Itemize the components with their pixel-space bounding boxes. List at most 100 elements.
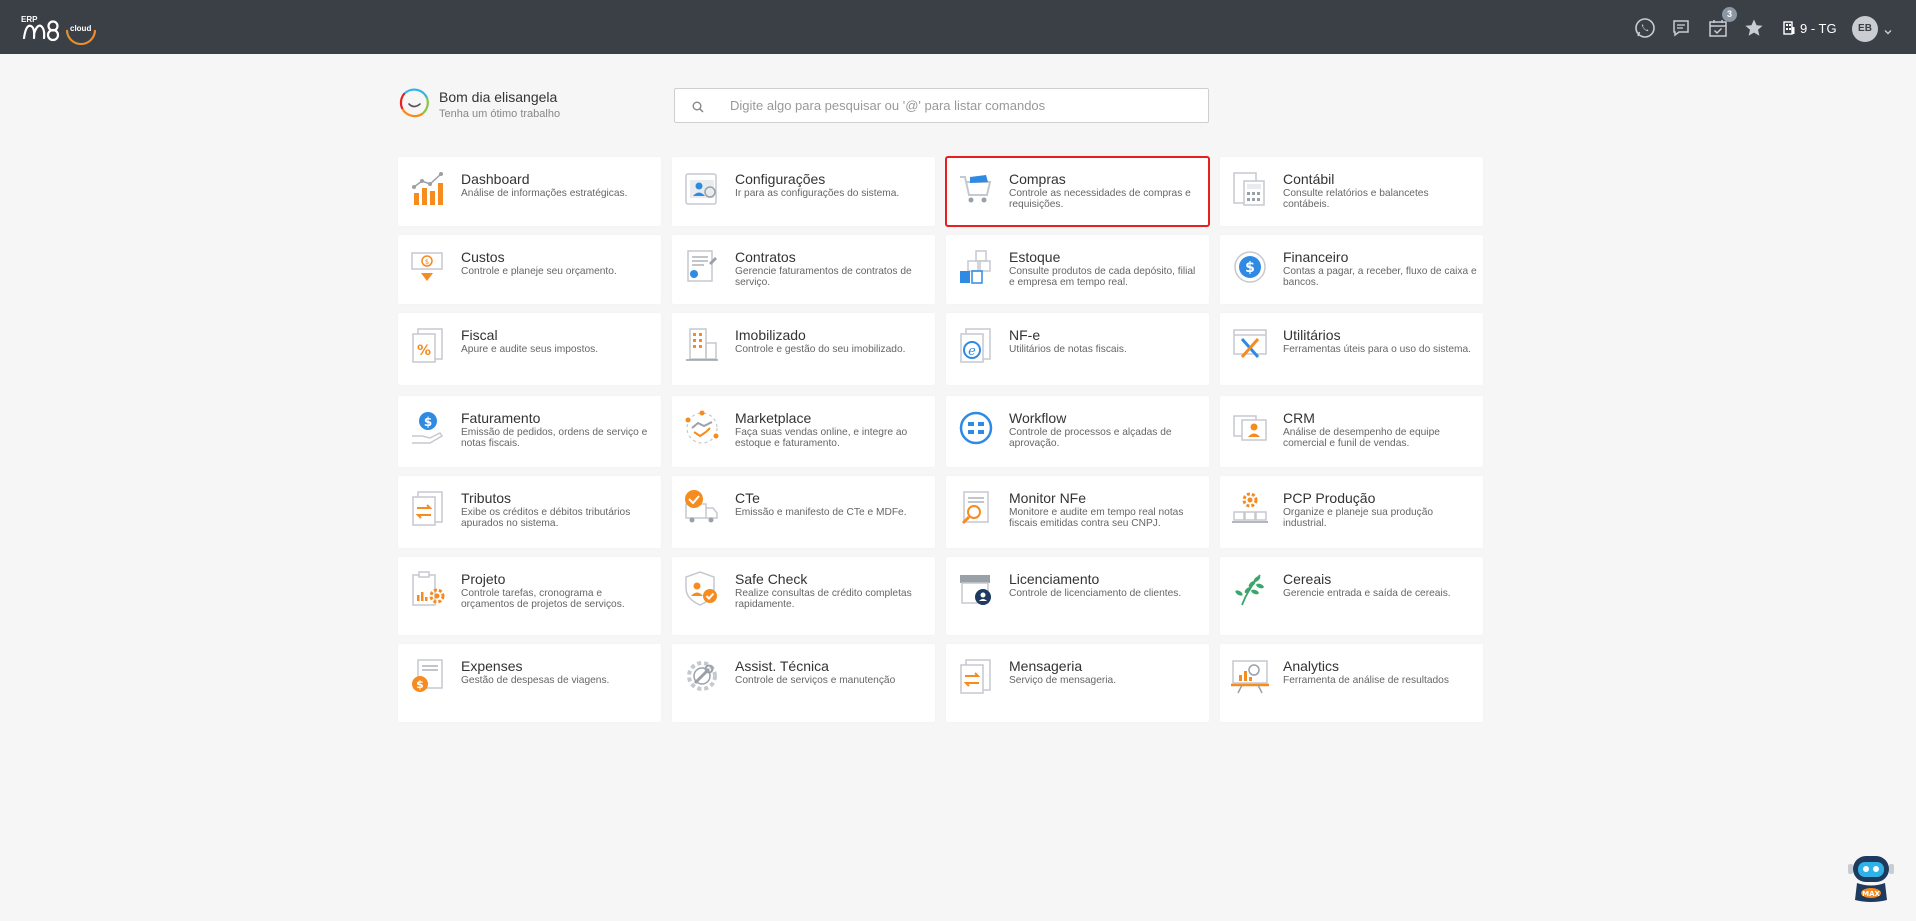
module-description: Emissão e manifesto de CTe e MDFe. xyxy=(735,507,907,518)
module-card-expenses[interactable]: $ Expenses Gestão de despesas de viagens. xyxy=(398,644,661,722)
module-title: Marketplace xyxy=(735,410,812,426)
module-card-analytics[interactable]: Analytics Ferramenta de análise de result… xyxy=(1220,644,1483,722)
module-card-custos[interactable]: $ Custos Controle e planeje seu orçamento. xyxy=(398,235,661,304)
chevron-down-icon[interactable] xyxy=(1883,24,1893,35)
top-bar: ERP cloud 3 9 - TG EB xyxy=(0,0,1916,54)
module-card-utilitarios[interactable]: Utilitários Ferramentas úteis para o uso … xyxy=(1220,313,1483,385)
building-icon xyxy=(682,325,722,365)
module-description: Gerencie entrada e saída de cereais. xyxy=(1283,588,1451,599)
module-card-mensageria[interactable]: Mensageria Serviço de mensageria. xyxy=(946,644,1209,722)
bar-chart-icon xyxy=(408,169,448,209)
module-card-contabil[interactable]: Contábil Consulte relatórios e balancetes… xyxy=(1220,157,1483,226)
module-title: Configurações xyxy=(735,171,826,187)
module-card-faturamento[interactable]: $ Faturamento Emissão de pedidos, ordens d… xyxy=(398,396,661,467)
module-description: Controle e gestão do seu imobilizado. xyxy=(735,344,906,355)
module-card-contratos[interactable]: Contratos Gerencie faturamentos de contra… xyxy=(672,235,935,304)
module-card-imobilizado[interactable]: Imobilizado Controle e gestão do seu imob… xyxy=(672,313,935,385)
module-description: Ferramenta de análise de resultados xyxy=(1283,675,1449,686)
chat-icon[interactable] xyxy=(1670,17,1692,39)
tools-icon xyxy=(1230,325,1270,365)
module-title: NF-e xyxy=(1009,327,1041,343)
license-icon xyxy=(956,569,996,609)
module-card-crm[interactable]: CRM Análise de desempenho de equipe comer… xyxy=(1220,396,1483,467)
module-title: Workflow xyxy=(1009,410,1067,426)
shield-check-icon xyxy=(682,569,722,609)
module-title: Cereais xyxy=(1283,571,1332,587)
module-card-monitor-nfe[interactable]: Monitor NFe Monitore e audite em tempo re… xyxy=(946,476,1209,548)
settings-user-icon xyxy=(682,169,722,209)
handshake-icon xyxy=(682,408,722,448)
whatsapp-icon[interactable] xyxy=(1634,17,1656,39)
module-title: Safe Check xyxy=(735,571,808,587)
module-card-configuracoes[interactable]: Configurações Ir para as configurações do… xyxy=(672,157,935,226)
svg-text:$: $ xyxy=(416,678,424,691)
module-description: Controle de serviços e manutenção xyxy=(735,675,896,686)
expense-icon: $ xyxy=(408,656,448,696)
favorites-star-icon[interactable] xyxy=(1743,17,1765,39)
m8-cloud-logo[interactable]: ERP cloud xyxy=(20,12,102,48)
user-avatar[interactable]: EB xyxy=(1852,16,1878,42)
module-card-licenciamento[interactable]: Licenciamento Controle de licenciamento d… xyxy=(946,557,1209,635)
module-card-estoque[interactable]: Estoque Consulte produtos de cada depósit… xyxy=(946,235,1209,304)
module-card-pcp-producao[interactable]: PCP Produção Organize e planeje sua produ… xyxy=(1220,476,1483,548)
module-description: Análise de informações estratégicas. xyxy=(461,188,628,199)
command-search xyxy=(674,88,1209,123)
module-description: Emissão de pedidos, ordens de serviço e … xyxy=(461,427,648,449)
search-input[interactable] xyxy=(730,89,1200,122)
e-document-icon: e xyxy=(956,325,996,365)
module-description: Controle as necessidades de compras e re… xyxy=(1009,188,1191,210)
module-card-cereais[interactable]: Cereais Gerencie entrada e saída de cerea… xyxy=(1220,557,1483,635)
module-card-cte[interactable]: CTe Emissão e manifesto de CTe e MDFe. xyxy=(672,476,935,548)
grain-icon xyxy=(1230,569,1270,609)
percent-document-icon: % xyxy=(408,325,448,365)
module-title: Fiscal xyxy=(461,327,498,343)
svg-text:$: $ xyxy=(424,415,432,429)
module-title: Compras xyxy=(1009,171,1066,187)
company-selector[interactable]: 9 - TG xyxy=(1783,19,1837,37)
module-description: Gestão de despesas de viagens. xyxy=(461,675,610,686)
module-title: CRM xyxy=(1283,410,1315,426)
module-title: Monitor NFe xyxy=(1009,490,1087,506)
module-card-marketplace[interactable]: Marketplace Faça suas vendas online, e in… xyxy=(672,396,935,467)
module-description: Consulte produtos de cada depósito, fili… xyxy=(1009,266,1196,288)
module-description: Faça suas vendas online, e integre ao es… xyxy=(735,427,908,449)
module-card-workflow[interactable]: Workflow Controle de processos e alçadas … xyxy=(946,396,1209,467)
exchange-document-icon xyxy=(408,488,448,528)
svg-text:$: $ xyxy=(425,258,429,266)
dollar-coin-icon: $ xyxy=(1230,247,1270,287)
module-card-nf-e[interactable]: e NF-e Utilitários de notas fiscais. xyxy=(946,313,1209,385)
module-title: Imobilizado xyxy=(735,327,806,343)
module-description: Controle tarefas, cronograma e orçamento… xyxy=(461,588,625,610)
module-description: Controle e planeje seu orçamento. xyxy=(461,266,617,277)
module-card-financeiro[interactable]: $ Financeiro Contas a pagar, a receber, fl… xyxy=(1220,235,1483,304)
logo-erp-label: ERP xyxy=(21,15,38,24)
module-card-compras[interactable]: Compras Controle as necessidades de compr… xyxy=(945,156,1210,227)
module-title: Contábil xyxy=(1283,171,1335,187)
notification-badge: 3 xyxy=(1722,7,1737,22)
svg-text:$: $ xyxy=(1245,260,1255,276)
module-description: Apure e audite seus impostos. xyxy=(461,344,599,355)
module-card-safe-check[interactable]: Safe Check Realize consultas de crédito c… xyxy=(672,557,935,635)
module-description: Exibe os créditos e débitos tributários … xyxy=(461,507,631,529)
module-card-dashboard[interactable]: Dashboard Análise de informações estratég… xyxy=(398,157,661,226)
module-description: Ir para as configurações do sistema. xyxy=(735,188,900,199)
module-card-projeto[interactable]: Projeto Controle tarefas, cronograma e or… xyxy=(398,557,661,635)
module-card-tributos[interactable]: Tributos Exibe os créditos e débitos trib… xyxy=(398,476,661,548)
module-title: Dashboard xyxy=(461,171,530,187)
module-description: Contas a pagar, a receber, fluxo de caix… xyxy=(1283,266,1477,288)
shopping-cart-icon xyxy=(956,169,996,209)
clipboard-gear-icon xyxy=(408,569,448,609)
magnifier-document-icon xyxy=(956,488,996,528)
analytics-board-icon xyxy=(1230,656,1270,696)
module-card-fiscal[interactable]: % Fiscal Apure e audite seus impostos. xyxy=(398,313,661,385)
module-title: Tributos xyxy=(461,490,512,506)
module-description: Análise de desempenho de equipe comercia… xyxy=(1283,427,1440,449)
module-description: Gerencie faturamentos de contratos de se… xyxy=(735,266,912,288)
module-card-assist-tecnica[interactable]: Assist. Técnica Controle de serviços e ma… xyxy=(672,644,935,722)
max-assistant-robot-icon[interactable]: MAX xyxy=(1845,850,1897,904)
module-title: Analytics xyxy=(1283,658,1340,674)
search-icon xyxy=(692,100,704,113)
module-title: PCP Produção xyxy=(1283,490,1376,506)
contract-icon xyxy=(682,247,722,287)
module-title: Projeto xyxy=(461,571,506,587)
